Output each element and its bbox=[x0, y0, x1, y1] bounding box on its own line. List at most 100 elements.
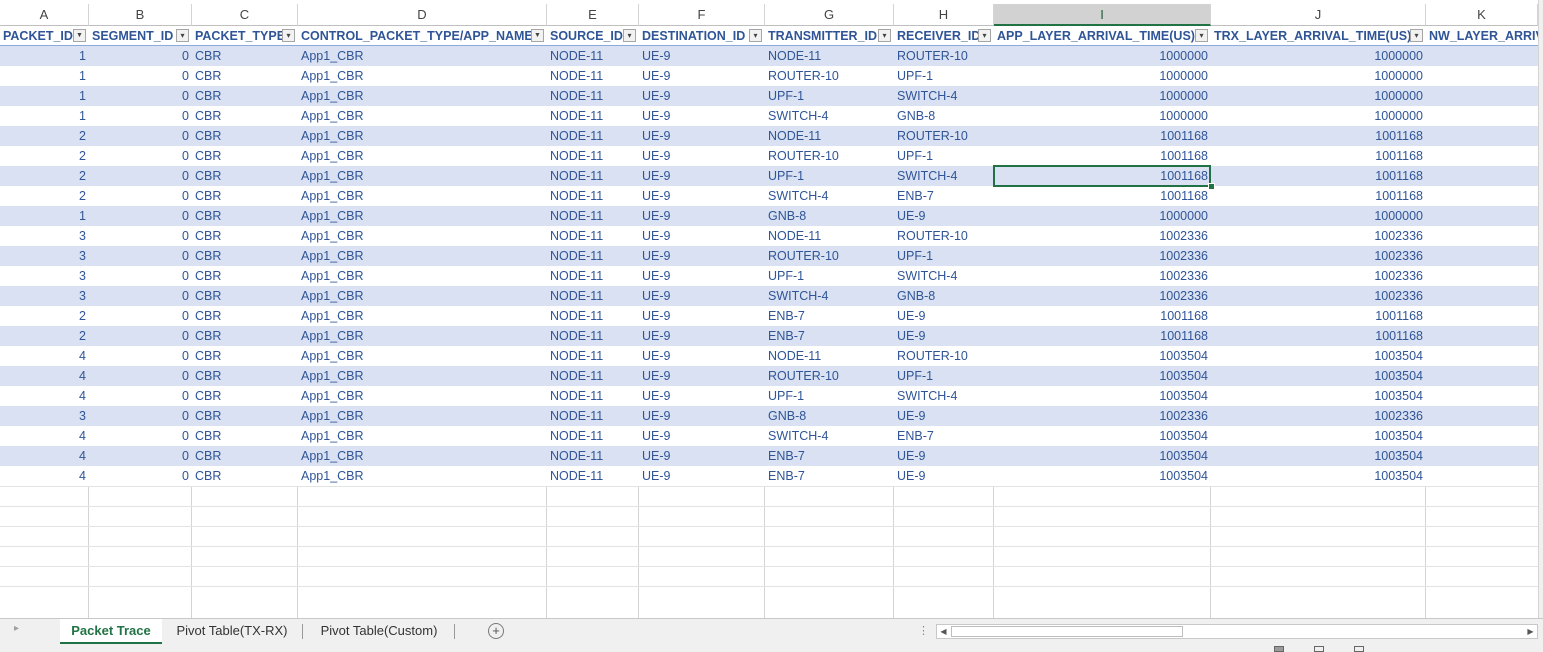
table-cell[interactable]: 1003504 bbox=[994, 346, 1211, 366]
table-cell[interactable]: ROUTER-10 bbox=[765, 146, 894, 166]
table-cell[interactable]: 1003504 bbox=[994, 446, 1211, 466]
table-cell[interactable]: UE-9 bbox=[894, 326, 994, 346]
table-cell[interactable]: 1001168 bbox=[1211, 326, 1426, 346]
table-cell[interactable]: 0 bbox=[89, 386, 192, 406]
table-cell[interactable]: UPF-1 bbox=[765, 386, 894, 406]
table-cell[interactable]: SWITCH-4 bbox=[765, 186, 894, 206]
column-letter-k[interactable]: K bbox=[1426, 4, 1538, 26]
table-cell[interactable]: UPF-1 bbox=[765, 266, 894, 286]
table-cell[interactable]: 0 bbox=[89, 226, 192, 246]
table-cell[interactable]: App1_CBR bbox=[298, 226, 547, 246]
table-cell[interactable]: UE-9 bbox=[894, 446, 994, 466]
table-cell[interactable]: 1000000 bbox=[1211, 46, 1426, 66]
table-cell[interactable]: 0 bbox=[89, 146, 192, 166]
table-cell[interactable]: NODE-11 bbox=[547, 286, 639, 306]
triangle-left-icon[interactable]: ◀ bbox=[937, 625, 950, 638]
table-cell[interactable]: UE-9 bbox=[639, 426, 765, 446]
table-cell[interactable]: UE-9 bbox=[639, 66, 765, 86]
table-cell[interactable]: 1001168 bbox=[994, 326, 1211, 346]
table-cell[interactable]: 1003504 bbox=[1211, 386, 1426, 406]
table-cell[interactable]: GNB-8 bbox=[894, 106, 994, 126]
column-letter-c[interactable]: C bbox=[192, 4, 298, 26]
table-cell[interactable]: ROUTER-10 bbox=[894, 126, 994, 146]
table-cell[interactable]: 2 bbox=[0, 126, 89, 146]
table-cell[interactable]: ROUTER-10 bbox=[765, 366, 894, 386]
table-cell[interactable]: CBR bbox=[192, 286, 298, 306]
column-header[interactable]: DESTINATION_ID bbox=[639, 26, 765, 46]
table-cell[interactable]: CBR bbox=[192, 406, 298, 426]
table-cell[interactable]: 1002336 bbox=[994, 246, 1211, 266]
table-cell[interactable]: SWITCH-4 bbox=[894, 166, 994, 186]
dropdown-arrow-icon[interactable]: ▾ bbox=[176, 29, 189, 42]
table-cell[interactable]: CBR bbox=[192, 146, 298, 166]
table-cell[interactable]: NODE-11 bbox=[547, 366, 639, 386]
table-cell[interactable]: UE-9 bbox=[639, 286, 765, 306]
table-cell[interactable]: 1002336 bbox=[994, 286, 1211, 306]
table-cell[interactable]: GNB-8 bbox=[894, 286, 994, 306]
table-cell[interactable]: CBR bbox=[192, 86, 298, 106]
table-cell[interactable]: CBR bbox=[192, 166, 298, 186]
split-handle-icon[interactable]: ⋮ bbox=[918, 624, 929, 637]
table-cell[interactable]: NODE-11 bbox=[547, 66, 639, 86]
table-cell[interactable]: NODE-11 bbox=[547, 166, 639, 186]
table-cell[interactable]: 1002336 bbox=[1211, 246, 1426, 266]
table-cell[interactable]: 1003504 bbox=[1211, 466, 1426, 486]
table-cell[interactable]: NODE-11 bbox=[765, 226, 894, 246]
table-cell[interactable]: 1002336 bbox=[994, 406, 1211, 426]
table-cell[interactable]: 0 bbox=[89, 426, 192, 446]
table-cell[interactable]: NODE-11 bbox=[547, 146, 639, 166]
table-cell[interactable]: UE-9 bbox=[894, 406, 994, 426]
table-cell[interactable]: CBR bbox=[192, 226, 298, 246]
table-cell[interactable]: NODE-11 bbox=[547, 346, 639, 366]
table-cell[interactable]: UE-9 bbox=[639, 206, 765, 226]
table-cell[interactable]: CBR bbox=[192, 346, 298, 366]
table-cell[interactable]: 2 bbox=[0, 326, 89, 346]
table-cell[interactable]: App1_CBR bbox=[298, 306, 547, 326]
table-cell[interactable]: 1001168 bbox=[994, 306, 1211, 326]
table-cell[interactable]: 1000000 bbox=[994, 66, 1211, 86]
table-cell[interactable]: UE-9 bbox=[639, 466, 765, 486]
table-cell[interactable]: UE-9 bbox=[639, 246, 765, 266]
table-cell[interactable]: CBR bbox=[192, 266, 298, 286]
table-cell[interactable]: UE-9 bbox=[639, 166, 765, 186]
table-cell[interactable]: NODE-11 bbox=[765, 346, 894, 366]
table-cell[interactable]: ROUTER-10 bbox=[765, 246, 894, 266]
table-cell[interactable]: SWITCH-4 bbox=[894, 266, 994, 286]
table-cell[interactable]: App1_CBR bbox=[298, 206, 547, 226]
table-cell[interactable]: 1000000 bbox=[1211, 106, 1426, 126]
sheet-tab[interactable]: Pivot Table(Custom) bbox=[306, 619, 452, 644]
table-cell[interactable]: UE-9 bbox=[639, 106, 765, 126]
column-letter-i[interactable]: I bbox=[994, 4, 1211, 26]
table-cell[interactable]: 0 bbox=[89, 126, 192, 146]
table-cell[interactable]: UPF-1 bbox=[894, 66, 994, 86]
table-cell[interactable]: NODE-11 bbox=[547, 446, 639, 466]
table-cell[interactable]: 2 bbox=[0, 146, 89, 166]
page-break-icon[interactable] bbox=[1354, 646, 1364, 652]
chevron-right-icon[interactable]: ▸ bbox=[14, 623, 19, 634]
table-cell[interactable]: NODE-11 bbox=[547, 266, 639, 286]
table-cell[interactable]: App1_CBR bbox=[298, 166, 547, 186]
table-cell[interactable]: 3 bbox=[0, 266, 89, 286]
table-cell[interactable]: 1000000 bbox=[994, 46, 1211, 66]
column-header[interactable]: TRX_LAYER_ARRIVAL_TIME(US) bbox=[1211, 26, 1426, 46]
table-cell[interactable]: 0 bbox=[89, 346, 192, 366]
table-cell[interactable]: NODE-11 bbox=[547, 386, 639, 406]
table-cell[interactable]: 4 bbox=[0, 466, 89, 486]
table-cell[interactable]: 1003504 bbox=[994, 366, 1211, 386]
dropdown-arrow-icon[interactable]: ▾ bbox=[878, 29, 891, 42]
table-cell[interactable]: UE-9 bbox=[639, 346, 765, 366]
column-letter-d[interactable]: D bbox=[298, 4, 547, 26]
table-cell[interactable]: UE-9 bbox=[639, 86, 765, 106]
dropdown-arrow-icon[interactable]: ▾ bbox=[1195, 29, 1208, 42]
table-cell[interactable]: 1001168 bbox=[994, 186, 1211, 206]
table-cell[interactable]: 0 bbox=[89, 206, 192, 226]
table-cell[interactable]: 1003504 bbox=[994, 386, 1211, 406]
table-cell[interactable]: 1000000 bbox=[994, 106, 1211, 126]
table-cell[interactable]: 0 bbox=[89, 446, 192, 466]
table-cell[interactable]: CBR bbox=[192, 246, 298, 266]
filter-applied-icon[interactable]: ▼ bbox=[73, 29, 86, 42]
table-cell[interactable]: SWITCH-4 bbox=[894, 86, 994, 106]
table-cell[interactable]: App1_CBR bbox=[298, 466, 547, 486]
table-cell[interactable]: ROUTER-10 bbox=[894, 346, 994, 366]
table-cell[interactable]: App1_CBR bbox=[298, 266, 547, 286]
